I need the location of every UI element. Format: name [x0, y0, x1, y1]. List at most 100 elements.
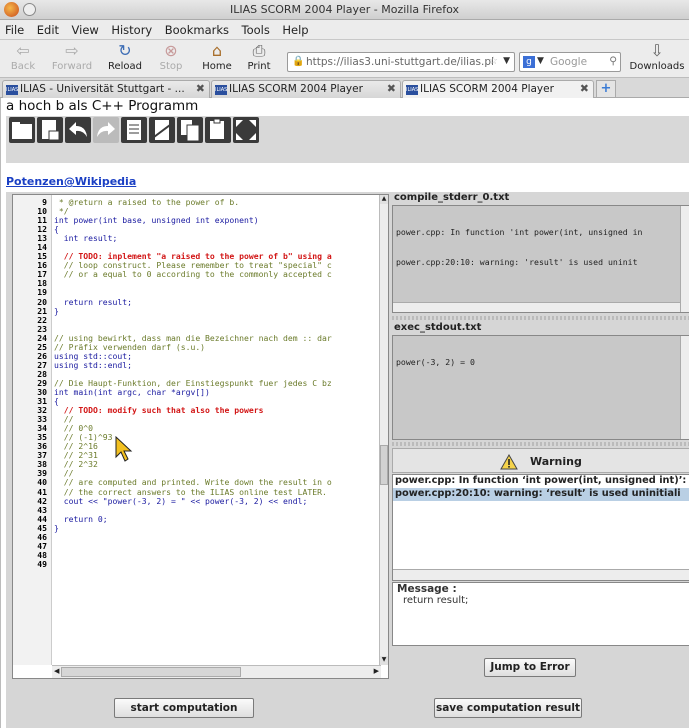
code-text: cout << "power(-3, 2) = " << power(-3, 2…: [54, 495, 308, 506]
code-line[interactable]: 44 return 0;: [13, 514, 382, 524]
save-file-button[interactable]: [37, 117, 63, 143]
code-text: int result;: [54, 233, 118, 244]
code-editor[interactable]: 9 * @return a raised to the power of b. 1…: [12, 194, 389, 679]
print-button[interactable]: ⎙ Print: [238, 42, 280, 76]
back-button[interactable]: ⇦ Back: [2, 42, 44, 76]
exec-vertical-scrollbar[interactable]: [680, 336, 689, 439]
code-line[interactable]: 48: [13, 550, 382, 560]
forward-label: Forward: [51, 61, 93, 72]
copy-button[interactable]: [177, 117, 203, 143]
warning-icon: [500, 454, 518, 470]
home-button[interactable]: ⌂ Home: [196, 42, 238, 76]
code-line[interactable]: 13 int result;: [13, 234, 382, 243]
tab-label: ILIAS SCORM 2004 Player: [420, 83, 554, 95]
scroll-down-icon[interactable]: ▼: [380, 656, 388, 665]
compile-horizontal-scrollbar[interactable]: [393, 302, 680, 312]
warning-item-selected[interactable]: power.cpp:20:10: warning: ‘result’ is us…: [393, 488, 689, 501]
code-line[interactable]: 20 return result;: [13, 297, 382, 307]
page-title: a hoch b als C++ Programm: [6, 98, 199, 114]
menu-tools[interactable]: Tools: [242, 20, 270, 37]
warning-horizontal-scrollbar[interactable]: [393, 569, 689, 580]
code-line[interactable]: 49: [13, 559, 382, 569]
url-bar[interactable]: 🔒 https://ilias3.uni-stuttgart.de/ilias.…: [287, 52, 515, 72]
scroll-left-icon[interactable]: ◀: [54, 667, 59, 675]
code-line[interactable]: 27 using std::endl;: [13, 359, 382, 370]
editor-vertical-scrollbar[interactable]: ▲ ▼: [379, 195, 388, 665]
scroll-thumb[interactable]: [61, 667, 241, 677]
start-computation-button[interactable]: start computation: [114, 698, 254, 718]
tab-bar: ILIAS ILIAS - Universität Stuttgart - ..…: [0, 78, 689, 98]
compile-stderr-output[interactable]: power.cpp: In function 'int power(int, u…: [392, 205, 689, 313]
jump-to-error-button[interactable]: Jump to Error: [484, 658, 576, 677]
downloads-button[interactable]: ⇩ Downloads: [628, 42, 686, 76]
code-line[interactable]: 30 int main(int argc, char *argv[]): [13, 387, 382, 397]
code-line[interactable]: 17 // or a equal to 0 according to the c…: [13, 270, 382, 279]
search-dropdown-icon[interactable]: ▼: [537, 56, 544, 66]
code-text: // or a equal to 0 according to the comm…: [54, 269, 332, 280]
exec-stdout-output[interactable]: power(-3, 2) = 0: [392, 335, 689, 440]
menu-bookmarks[interactable]: Bookmarks: [165, 20, 229, 37]
code-line[interactable]: 46: [13, 532, 382, 542]
document-icon: [127, 120, 141, 140]
url-text: https://ilias3.uni-stuttgart.de/ilias.pl: [306, 56, 494, 68]
undo-button[interactable]: [65, 117, 91, 143]
code-line[interactable]: 42 cout << "power(-3, 2) = " << power(-3…: [13, 495, 382, 506]
close-tab-icon[interactable]: ✖: [196, 82, 205, 95]
panel-divider[interactable]: [392, 442, 689, 446]
warning-list[interactable]: power.cpp: In function ‘int power(int, u…: [392, 474, 689, 581]
search-icon[interactable]: ⚲: [609, 55, 617, 67]
paste-button[interactable]: [205, 117, 231, 143]
tab-ilias-uni[interactable]: ILIAS ILIAS - Universität Stuttgart - ..…: [2, 80, 210, 98]
code-line[interactable]: 22: [13, 315, 382, 325]
close-tab-icon[interactable]: ✖: [580, 82, 589, 95]
close-tab-icon[interactable]: ✖: [387, 82, 396, 95]
redo-button[interactable]: [93, 117, 119, 143]
search-engine-icon[interactable]: g: [523, 56, 535, 68]
warning-item[interactable]: power.cpp: In function ‘int power(int, u…: [393, 475, 689, 488]
fullscreen-button[interactable]: [233, 117, 259, 143]
compile-stderr-title: compile_stderr_0.txt: [394, 192, 510, 203]
url-dropdown-icon[interactable]: ▼: [503, 56, 510, 66]
document-button[interactable]: [121, 117, 147, 143]
tab-label: ILIAS SCORM 2004 Player: [229, 83, 363, 95]
code-line[interactable]: 47: [13, 541, 382, 551]
new-tab-button[interactable]: +: [596, 80, 616, 98]
code-area[interactable]: 9 * @return a raised to the power of b. 1…: [13, 198, 382, 665]
printer-icon: ⎙: [252, 41, 266, 60]
tab-scorm-player-2[interactable]: ILIAS ILIAS SCORM 2004 Player ✖: [402, 80, 594, 98]
menu-history[interactable]: History: [111, 20, 152, 37]
ilias-favicon-icon: ILIAS: [215, 85, 228, 95]
forward-button[interactable]: ⇨ Forward: [46, 42, 98, 76]
code-line[interactable]: 21}: [13, 306, 382, 316]
cut-button[interactable]: [149, 117, 175, 143]
tab-scorm-player-1[interactable]: ILIAS ILIAS SCORM 2004 Player ✖: [211, 80, 401, 98]
compile-vertical-scrollbar[interactable]: [680, 206, 689, 312]
stop-button[interactable]: ⊗ Stop: [150, 42, 192, 76]
save-icon: [42, 120, 60, 141]
bookmark-star-icon[interactable]: ☆: [489, 55, 498, 67]
editor-horizontal-scrollbar[interactable]: ◀ ▶: [52, 665, 381, 678]
code-line[interactable]: 11 int power(int base, unsigned int expon…: [13, 216, 382, 225]
open-folder-button[interactable]: [9, 117, 35, 143]
message-label: Message :: [397, 583, 457, 595]
menu-bar: File Edit View History Bookmarks Tools H…: [0, 20, 689, 40]
menu-file[interactable]: File: [5, 20, 24, 37]
menu-edit[interactable]: Edit: [37, 20, 59, 37]
reload-button[interactable]: ↻ Reload: [104, 42, 146, 76]
menu-help[interactable]: Help: [282, 20, 308, 37]
scroll-up-icon[interactable]: ▲: [380, 195, 388, 204]
back-label: Back: [10, 61, 36, 72]
reload-label: Reload: [107, 61, 143, 72]
scroll-thumb[interactable]: [380, 445, 388, 485]
wikipedia-link[interactable]: Potenzen@Wikipedia: [6, 175, 136, 188]
code-line[interactable]: 18: [13, 279, 382, 288]
save-computation-result-button[interactable]: save computation result: [434, 698, 582, 718]
forward-arrow-icon: ⇨: [65, 41, 79, 60]
panel-divider[interactable]: [392, 316, 689, 320]
search-bar[interactable]: g ▼ Google ⚲: [519, 52, 621, 72]
page-content: a hoch b als C++ Programm Potenzen@Wikip…: [0, 98, 689, 728]
scroll-right-icon[interactable]: ▶: [374, 667, 379, 675]
menu-view[interactable]: View: [72, 20, 99, 37]
code-line[interactable]: 45}: [13, 523, 382, 533]
code-text: using std::endl;: [54, 359, 132, 370]
